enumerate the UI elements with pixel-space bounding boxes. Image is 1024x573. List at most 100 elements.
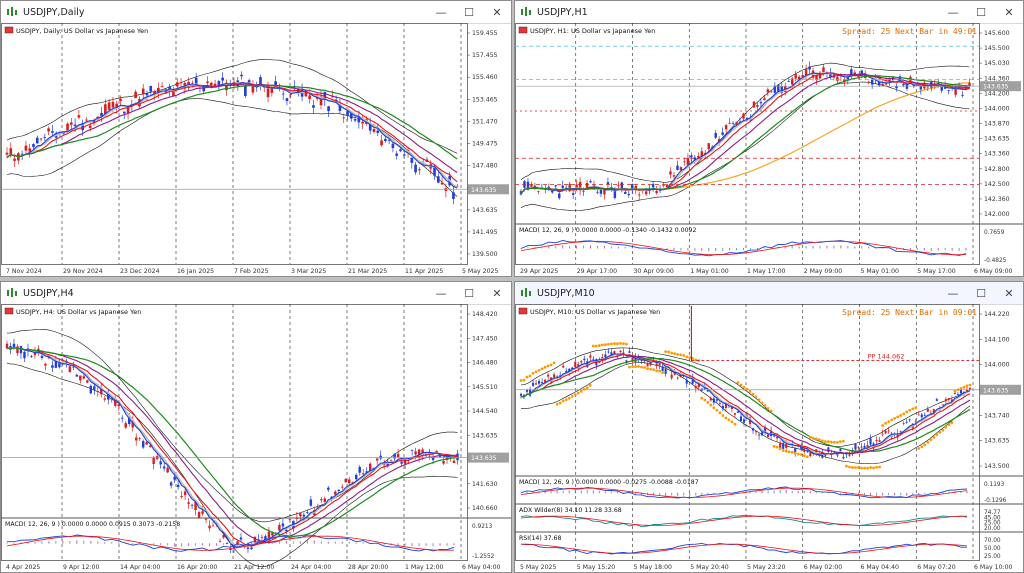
window-titlebar[interactable]: USDJPY,Daily — ☐ ✕ [1, 1, 511, 24]
indicator-histogram-bar [341, 541, 343, 544]
indicator-histogram-bar [327, 541, 329, 544]
time-axis-label: 5 May 23:20 [747, 564, 786, 571]
chart-area[interactable]: 7 Nov 2024 29 Nov 2024 23 Dec 2024 16 Jan 2… [1, 23, 511, 276]
parabolic-sar-dot [576, 391, 580, 395]
chart-area[interactable]: 4 Apr 2025 9 Apr 12:00 14 Apr 04:00 16 Apr … [1, 304, 511, 572]
candle [355, 474, 358, 480]
window-titlebar[interactable]: USDJPY,M10 — ☐ ✕ [515, 282, 1023, 305]
parabolic-sar-dot [950, 421, 954, 425]
parabolic-sar-dot [667, 350, 671, 354]
candle [742, 113, 745, 119]
candle [323, 498, 327, 502]
chart-window-daily[interactable]: USDJPY,Daily — ☐ ✕ 7 Nov 2024 29 Nov 2024… [0, 0, 512, 277]
indicator-histogram-bar [779, 490, 781, 494]
indicator-histogram-bar [805, 245, 807, 249]
candle [389, 459, 393, 461]
candle [197, 512, 201, 519]
candle [712, 398, 715, 403]
price-chart[interactable]: 5 May 2025 5 May 15:20 5 May 18:00 5 May 20… [515, 304, 1023, 572]
candle [902, 83, 905, 86]
parabolic-sar-dot [760, 401, 764, 405]
parabolic-sar-dot [938, 431, 942, 434]
parabolic-sar-dot [703, 398, 707, 402]
indicator-histogram-bar [924, 492, 926, 495]
price-chart[interactable]: 29 Apr 2025 29 Apr 17:00 30 Apr 09:00 1 May… [515, 23, 1023, 276]
candle [914, 421, 917, 423]
parabolic-sar-dot [664, 350, 668, 354]
chart-symbol-label: USDJPY, Daily: US Dollar vs Japanese Yen [16, 27, 148, 35]
indicator-histogram-bar [854, 246, 856, 249]
chart-area[interactable]: 29 Apr 2025 29 Apr 17:00 30 Apr 09:00 1 May… [515, 23, 1023, 276]
candle [152, 457, 155, 465]
candle [881, 433, 884, 435]
candle [767, 434, 770, 437]
indicator-histogram-bar [743, 248, 745, 250]
maximize-button[interactable]: ☐ [967, 282, 995, 304]
parabolic-sar-dot [670, 351, 674, 355]
indicator-histogram-bar [596, 245, 598, 249]
candle [724, 125, 728, 130]
candle [221, 77, 224, 81]
chart-window-h1[interactable]: USDJPY,H1 — ☐ ✕ 29 Apr 2025 29 Apr 17:00 3… [514, 0, 1024, 277]
candle [561, 185, 564, 188]
price-chart[interactable]: 4 Apr 2025 9 Apr 12:00 14 Apr 04:00 16 Apr … [1, 304, 511, 572]
candle [728, 122, 731, 124]
maximize-button[interactable]: ☐ [455, 282, 483, 304]
candle [28, 148, 32, 152]
candle [867, 81, 870, 83]
parabolic-sar-dot [784, 449, 788, 453]
candle [585, 182, 589, 188]
candle [935, 399, 938, 401]
chart-area[interactable]: 5 May 2025 5 May 15:20 5 May 18:00 5 May 20… [515, 304, 1023, 572]
window-titlebar[interactable]: USDJPY,H1 — ☐ ✕ [515, 1, 1023, 24]
indicator-histogram-bar [821, 492, 823, 494]
candle [452, 192, 455, 199]
candle [754, 431, 758, 433]
candle [190, 504, 194, 506]
chart-window-h4[interactable]: USDJPY,H4 — ☐ ✕ 4 Apr 2025 9 Apr 12:00 14 … [0, 281, 512, 573]
price-axis-label: 139.500 [472, 251, 498, 258]
indicator-histogram-bar [586, 490, 588, 494]
candle [607, 351, 610, 353]
candle [519, 393, 523, 396]
indicator-histogram-bar [906, 492, 908, 496]
minimize-button[interactable]: — [939, 1, 967, 23]
parabolic-sar-dot [781, 449, 785, 452]
minimize-button[interactable]: — [939, 282, 967, 304]
candle [715, 399, 718, 401]
indicator-histogram-bar [784, 246, 786, 249]
chart-window-m10[interactable]: USDJPY,M10 — ☐ ✕ 5 May 2025 5 May 15:20 5 … [514, 281, 1024, 573]
candle [923, 414, 926, 416]
parabolic-sar-dot [594, 344, 598, 348]
candle [535, 383, 538, 385]
close-button[interactable]: ✕ [483, 282, 511, 304]
minimize-button[interactable]: — [427, 282, 455, 304]
maximize-button[interactable]: ☐ [455, 1, 483, 23]
indicator-histogram-bar [715, 248, 717, 251]
window-titlebar[interactable]: USDJPY,H4 — ☐ ✕ [1, 282, 511, 305]
price-chart[interactable]: 7 Nov 2024 29 Nov 2024 23 Dec 2024 16 Jan 2… [1, 23, 511, 276]
indicator-histogram-bar [826, 245, 828, 249]
time-axis-label: 1 May 12:00 [405, 564, 444, 571]
time-axis-label: 29 Apr 17:00 [577, 268, 617, 275]
maximize-button[interactable]: ☐ [967, 1, 995, 23]
chart-window-icon [5, 286, 19, 300]
close-button[interactable]: ✕ [995, 1, 1023, 23]
close-button[interactable]: ✕ [483, 1, 511, 23]
candle [842, 456, 845, 459]
candle [372, 129, 376, 132]
time-axis-label: 28 Apr 20:00 [348, 564, 388, 571]
close-button[interactable]: ✕ [995, 282, 1023, 304]
indicator-histogram-bar [708, 248, 710, 252]
time-axis-label: 2 May 09:00 [804, 268, 843, 275]
candle [961, 95, 964, 96]
indicator-histogram-bar [785, 489, 787, 494]
candle [39, 138, 43, 140]
candle [683, 161, 686, 163]
minimize-button[interactable]: — [427, 1, 455, 23]
candle [400, 461, 403, 464]
indicator-histogram-bar [756, 248, 758, 250]
indicator-histogram-bar [900, 492, 902, 496]
chart-symbol-label: USDJPY, H4: US Dollar vs Japanese Yen [16, 308, 141, 316]
indicator-histogram-bar [761, 490, 763, 494]
